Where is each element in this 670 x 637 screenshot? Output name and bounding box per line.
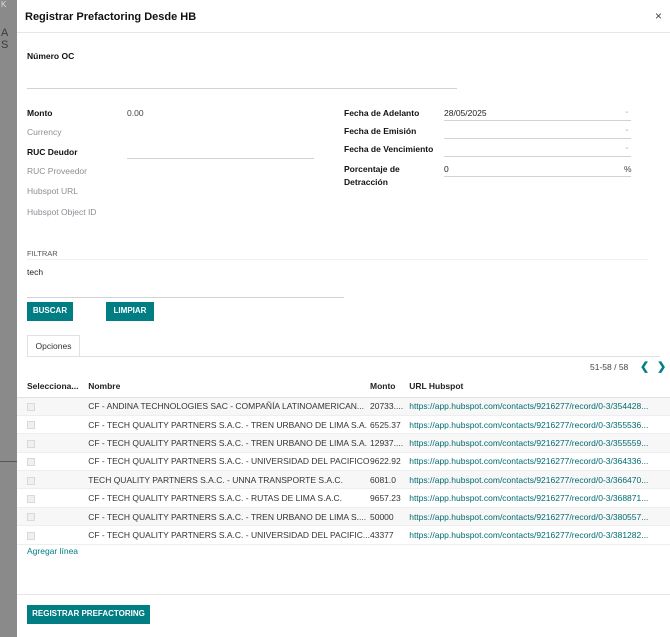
fecha-emision-underline [444,138,631,139]
column-header-seleccionar[interactable]: Selecciona... [17,375,89,398]
column-header-url-hubspot[interactable]: URL Hubspot [409,375,670,398]
opciones-table: Selecciona... Nombre Monto URL Hubspot C… [17,375,670,545]
table-row[interactable]: CF - TECH QUALITY PARTNERS S.A.C. - TREN… [17,507,670,527]
row-checkbox[interactable] [27,531,35,540]
row-checkbox[interactable] [27,476,35,485]
chevron-left-icon[interactable]: ❮ [640,360,649,373]
row-monto: 9622.92 [370,456,401,467]
currency-label: Currency [27,127,62,137]
row-url-link[interactable]: https://app.hubspot.com/contacts/9216277… [409,420,670,430]
chevron-down-icon[interactable]: ⌄ [624,143,630,151]
row-monto: 6081.0 [370,474,396,485]
registrar-prefactoring-button[interactable]: REGISTRAR PREFACTORING [27,605,150,624]
row-nombre: CF - TECH QUALITY PARTNERS S.A.C. - TREN… [88,419,368,430]
fecha-adelanto-label: Fecha de Adelanto [344,108,420,118]
row-url-link[interactable]: https://app.hubspot.com/contacts/9216277… [409,456,670,466]
porcentaje-detraccion-label-line2: Detracción [344,177,388,187]
porcentaje-detraccion-label-line1: Porcentaje de [344,164,400,174]
row-monto: 20733.... [370,401,404,412]
table-row[interactable]: TECH QUALITY PARTNERS S.A.C. - UNNA TRAN… [17,470,670,490]
monto-label: Monto [27,108,53,118]
row-checkbox[interactable] [27,458,35,467]
row-url-link[interactable]: https://app.hubspot.com/contacts/9216277… [409,512,670,522]
monto-input[interactable]: 0.00 [127,108,144,118]
row-url-link[interactable]: https://app.hubspot.com/contacts/9216277… [409,475,670,485]
porcentaje-detraccion-underline [444,176,631,177]
numero-oc-underline [27,88,457,89]
table-row[interactable]: CF - TECH QUALITY PARTNERS S.A.C. - TREN… [17,433,670,453]
chevron-down-icon[interactable]: ⌄ [624,125,630,133]
tab-opciones[interactable]: Opciones [27,335,80,357]
row-checkbox[interactable] [27,402,35,411]
fecha-adelanto-underline [444,120,631,121]
filter-input[interactable]: tech [27,267,43,277]
ruc-proveedor-label: RUC Proveedor [27,166,87,176]
row-nombre: CF - ANDINA TECHNOLOGIES SAC - COMPAÑÍA … [88,401,365,412]
background-title-text: A S [1,27,9,51]
porcentaje-detraccion-input[interactable]: 0 [444,164,449,174]
background-nav-text: K [1,0,7,9]
column-header-monto[interactable]: Monto [370,375,410,398]
fecha-vencimiento-label: Fecha de Vencimiento [344,144,434,154]
table-row[interactable]: CF - TECH QUALITY PARTNERS S.A.C. - TREN… [17,415,670,435]
fecha-emision-label: Fecha de Emisión [344,126,417,136]
limpiar-button[interactable]: LIMPIAR [106,302,154,321]
chevron-down-icon[interactable]: ⌄ [624,107,630,115]
row-checkbox[interactable] [27,513,35,522]
row-nombre: CF - TECH QUALITY PARTNERS S.A.C. - UNIV… [88,456,370,467]
table-row[interactable]: CF - TECH QUALITY PARTNERS S.A.C. - UNIV… [17,525,670,545]
row-monto: 43377 [370,529,394,540]
hubspot-object-id-label: Hubspot Object ID [27,207,97,217]
percent-unit: % [624,164,632,174]
ruc-deudor-underline [127,158,314,159]
row-url-link[interactable]: https://app.hubspot.com/contacts/9216277… [409,438,670,448]
fecha-adelanto-input[interactable]: 28/05/2025 [444,108,487,118]
background-page: K A S [0,0,17,637]
pager-value[interactable]: 51-58 / 58 [590,362,628,372]
fecha-vencimiento-underline [444,156,631,157]
dialog-header: Registrar Prefactoring Desde HB × [17,0,670,33]
row-nombre: CF - TECH QUALITY PARTNERS S.A.C. - UNIV… [88,529,370,540]
add-line-link[interactable]: Agregar línea [27,546,78,556]
prefactoring-dialog: Registrar Prefactoring Desde HB × Número… [17,0,670,637]
dialog-title: Registrar Prefactoring Desde HB [25,11,197,23]
row-url-link[interactable]: https://app.hubspot.com/contacts/9216277… [409,530,670,540]
row-checkbox[interactable] [27,494,35,503]
row-monto: 9657.23 [370,493,401,504]
tab-underline [27,356,660,357]
footer-divider [17,594,670,595]
filter-underline [27,297,344,298]
buscar-button[interactable]: BUSCAR [27,302,73,321]
filter-separator [27,259,648,260]
row-nombre: CF - TECH QUALITY PARTNERS S.A.C. - RUTA… [88,493,342,504]
row-nombre: TECH QUALITY PARTNERS S.A.C. - UNNA TRAN… [88,474,343,485]
row-url-link[interactable]: https://app.hubspot.com/contacts/9216277… [409,493,670,503]
row-monto: 50000 [370,511,394,522]
table-header-row: Selecciona... Nombre Monto URL Hubspot [17,375,670,398]
row-nombre: CF - TECH QUALITY PARTNERS S.A.C. - TREN… [88,511,367,522]
row-checkbox[interactable] [27,439,35,448]
ruc-deudor-label: RUC Deudor [27,147,78,157]
hubspot-url-label: Hubspot URL [27,186,79,196]
column-header-nombre[interactable]: Nombre [88,375,370,398]
background-divider [0,461,17,462]
close-icon[interactable]: × [655,9,662,23]
table-row[interactable]: CF - TECH QUALITY PARTNERS S.A.C. - RUTA… [17,488,670,508]
table-row[interactable]: CF - TECH QUALITY PARTNERS S.A.C. - UNIV… [17,452,670,472]
table-row[interactable]: CF - ANDINA TECHNOLOGIES SAC - COMPAÑÍA … [17,397,670,416]
row-url-link[interactable]: https://app.hubspot.com/contacts/9216277… [409,401,670,411]
numero-oc-label: Número OC [27,51,75,61]
chevron-right-icon[interactable]: ❯ [657,360,666,373]
row-monto: 12937.... [370,437,404,448]
row-checkbox[interactable] [27,421,35,430]
row-nombre: CF - TECH QUALITY PARTNERS S.A.C. - TREN… [88,437,368,448]
row-monto: 6525.37 [370,419,401,430]
filter-label: FILTRAR [27,249,58,258]
